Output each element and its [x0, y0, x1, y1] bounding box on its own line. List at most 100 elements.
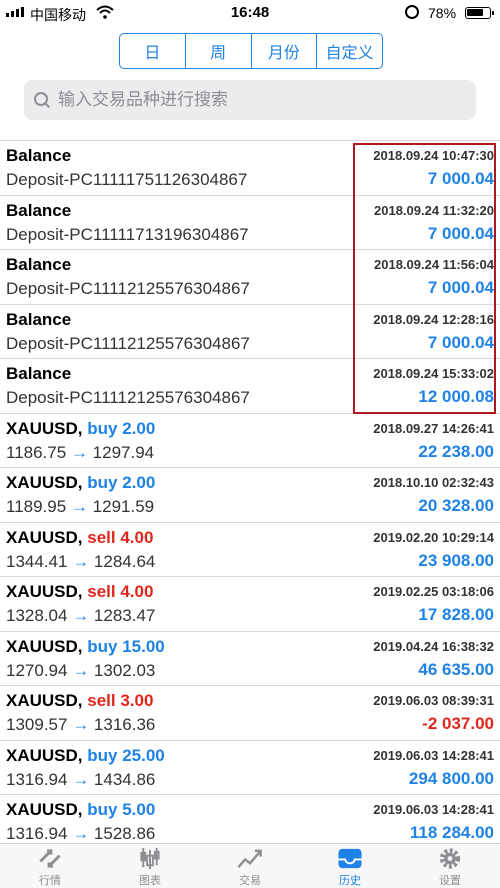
deal-detail: 1344.41 → 1284.64 [6, 552, 155, 572]
side-label: buy [87, 418, 118, 438]
deal-title: XAUUSD, sell 4.00 [6, 528, 153, 548]
deal-detail: Deposit-PC11111751126304867 [6, 170, 247, 190]
deal-amount: 7 000.04 [427, 169, 494, 188]
deal-detail: 1316.94 → 1434.86 [6, 770, 155, 790]
symbol-label: XAUUSD, [6, 745, 83, 765]
symbol-label: Balance [6, 200, 72, 220]
list-item[interactable]: Balance Deposit-PC11112125576304867 2018.0… [0, 305, 500, 359]
lots-label: 2.00 [122, 473, 156, 492]
deal-title: XAUUSD, buy 15.00 [6, 637, 165, 657]
list-item[interactable]: Balance Deposit-PC11111751126304867 2018.0… [0, 141, 500, 196]
tab-chart[interactable]: 图表 [100, 844, 200, 888]
list-item[interactable]: XAUUSD, buy 15.00 1270.94 → 1302.03 2019.0… [0, 632, 500, 686]
deposit-comment: Deposit-PC11111713196304867 [6, 224, 249, 244]
deal-amount: 20 328.00 [418, 496, 494, 515]
deal-amount: 12 000.08 [418, 387, 494, 406]
chart-icon [140, 847, 160, 870]
deposit-comment: Deposit-PC11112125576304867 [6, 279, 250, 298]
tab-settings[interactable]: 设置 [400, 844, 500, 888]
period-tab-month[interactable]: 月份 [252, 34, 318, 68]
side-label: buy [87, 473, 118, 492]
open-price: 1189.95 [6, 497, 67, 516]
deal-title: XAUUSD, buy 2.00 [6, 473, 155, 493]
arrow-right-icon: → [72, 660, 90, 680]
symbol-label: XAUUSD, [6, 473, 83, 492]
lots-label: 2.00 [122, 418, 156, 438]
deal-detail: 1309.57 → 1316.36 [6, 715, 155, 735]
lots-label: 4.00 [120, 527, 154, 547]
tab-trade[interactable]: 交易 [200, 844, 300, 888]
deal-amount: 22 238.00 [418, 441, 494, 461]
search-bar [24, 80, 476, 120]
search-input[interactable] [58, 90, 458, 110]
list-item[interactable]: XAUUSD, sell 3.00 1309.57 → 1316.36 2019.0… [0, 686, 500, 741]
list-item[interactable]: XAUUSD, buy 5.00 1316.94 → 1528.86 2019.06… [0, 795, 500, 843]
status-bar: 中国移动 16:48 78% [0, 0, 500, 26]
deal-title: Balance [6, 201, 71, 221]
side-label: buy [87, 800, 118, 819]
list-item[interactable]: XAUUSD, sell 4.00 1328.04 → 1283.47 2019.0… [0, 577, 500, 632]
deal-amount: 7 000.04 [427, 223, 494, 243]
deal-time: 2019.02.20 10:29:14 [373, 529, 494, 545]
close-price: 1316.36 [93, 715, 156, 734]
symbol-label: XAUUSD, [6, 636, 83, 656]
deal-amount: -2 037.00 [422, 714, 494, 733]
close-price: 1283.47 [93, 606, 156, 625]
list-item[interactable]: XAUUSD, buy 2.00 1189.95 → 1291.59 2018.10… [0, 468, 500, 523]
lots-label: 5.00 [122, 800, 156, 819]
arrow-right-icon: → [72, 715, 90, 734]
side-label: buy [87, 745, 118, 765]
deal-detail: 1328.04 → 1283.47 [6, 606, 155, 626]
lots-label: 25.00 [122, 745, 165, 765]
deal-time: 2018.09.24 11:56:04 [374, 257, 494, 272]
deal-title: XAUUSD, buy 5.00 [6, 800, 155, 820]
tab-quotes[interactable]: 行情 [0, 844, 100, 888]
open-price: 1344.41 [6, 551, 68, 571]
close-price: 1297.94 [92, 442, 155, 462]
deposit-comment: Deposit-PC11112125576304867 [6, 388, 250, 407]
deal-time: 2019.06.03 08:39:31 [373, 693, 494, 708]
deal-time: 2019.02.25 03:18:06 [373, 584, 494, 599]
deal-detail: Deposit-PC11111713196304867 [6, 225, 249, 245]
deal-title: XAUUSD, buy 25.00 [6, 746, 165, 766]
deal-title: XAUUSD, buy 2.00 [6, 419, 155, 439]
tab-history[interactable]: 历史 [300, 844, 400, 888]
list-item[interactable]: XAUUSD, buy 2.00 1186.75 → 1297.94 2018.09… [0, 414, 500, 468]
symbol-label: XAUUSD, [6, 800, 83, 819]
list-item[interactable]: Balance Deposit-PC11111713196304867 2018.0… [0, 196, 500, 250]
side-label: sell [87, 582, 116, 601]
symbol-label: XAUUSD, [6, 418, 83, 438]
deal-time: 2018.09.27 14:26:41 [373, 420, 494, 436]
open-price: 1316.94 [6, 769, 68, 789]
battery-icon [465, 7, 494, 19]
period-tab-week[interactable]: 周 [186, 34, 252, 68]
lots-label: 4.00 [120, 582, 154, 601]
deposit-comment: Deposit-PC11111751126304867 [6, 170, 248, 189]
trade-icon [237, 849, 262, 868]
deal-time: 2019.06.03 14:28:41 [373, 747, 494, 763]
deal-time: 2018.09.24 12:28:16 [373, 311, 494, 327]
side-label: buy [87, 636, 118, 656]
battery-percent: 78% [428, 5, 457, 21]
period-tab-custom[interactable]: 自定义 [317, 34, 382, 68]
period-tab-day[interactable]: 日 [120, 34, 186, 68]
symbol-label: XAUUSD, [6, 527, 83, 547]
close-price: 1528.86 [93, 824, 156, 843]
deal-detail: Deposit-PC11112125576304867 [6, 279, 250, 299]
list-item[interactable]: XAUUSD, sell 4.00 1344.41 → 1284.64 2019.0… [0, 523, 500, 577]
list-item[interactable]: Balance Deposit-PC11112125576304867 2018.0… [0, 359, 500, 414]
history-list[interactable]: Balance Deposit-PC11111751126304867 2018.0… [0, 140, 500, 843]
deal-time: 2018.09.24 15:33:02 [373, 366, 494, 381]
deal-time: 2019.04.24 16:38:32 [373, 638, 494, 654]
deal-title: XAUUSD, sell 3.00 [6, 691, 153, 711]
list-item[interactable]: Balance Deposit-PC11112125576304867 2018.0… [0, 250, 500, 305]
rotation-lock-icon [405, 5, 419, 19]
deal-detail: 1189.95 → 1291.59 [6, 497, 154, 517]
lots-label: 15.00 [122, 636, 165, 656]
deal-amount: 7 000.04 [427, 332, 494, 352]
open-price: 1328.04 [6, 606, 68, 625]
deal-detail: 1316.94 → 1528.86 [6, 824, 155, 843]
symbol-label: Balance [6, 364, 72, 383]
list-item[interactable]: XAUUSD, buy 25.00 1316.94 → 1434.86 2019.0… [0, 741, 500, 795]
open-price: 1309.57 [6, 715, 68, 734]
